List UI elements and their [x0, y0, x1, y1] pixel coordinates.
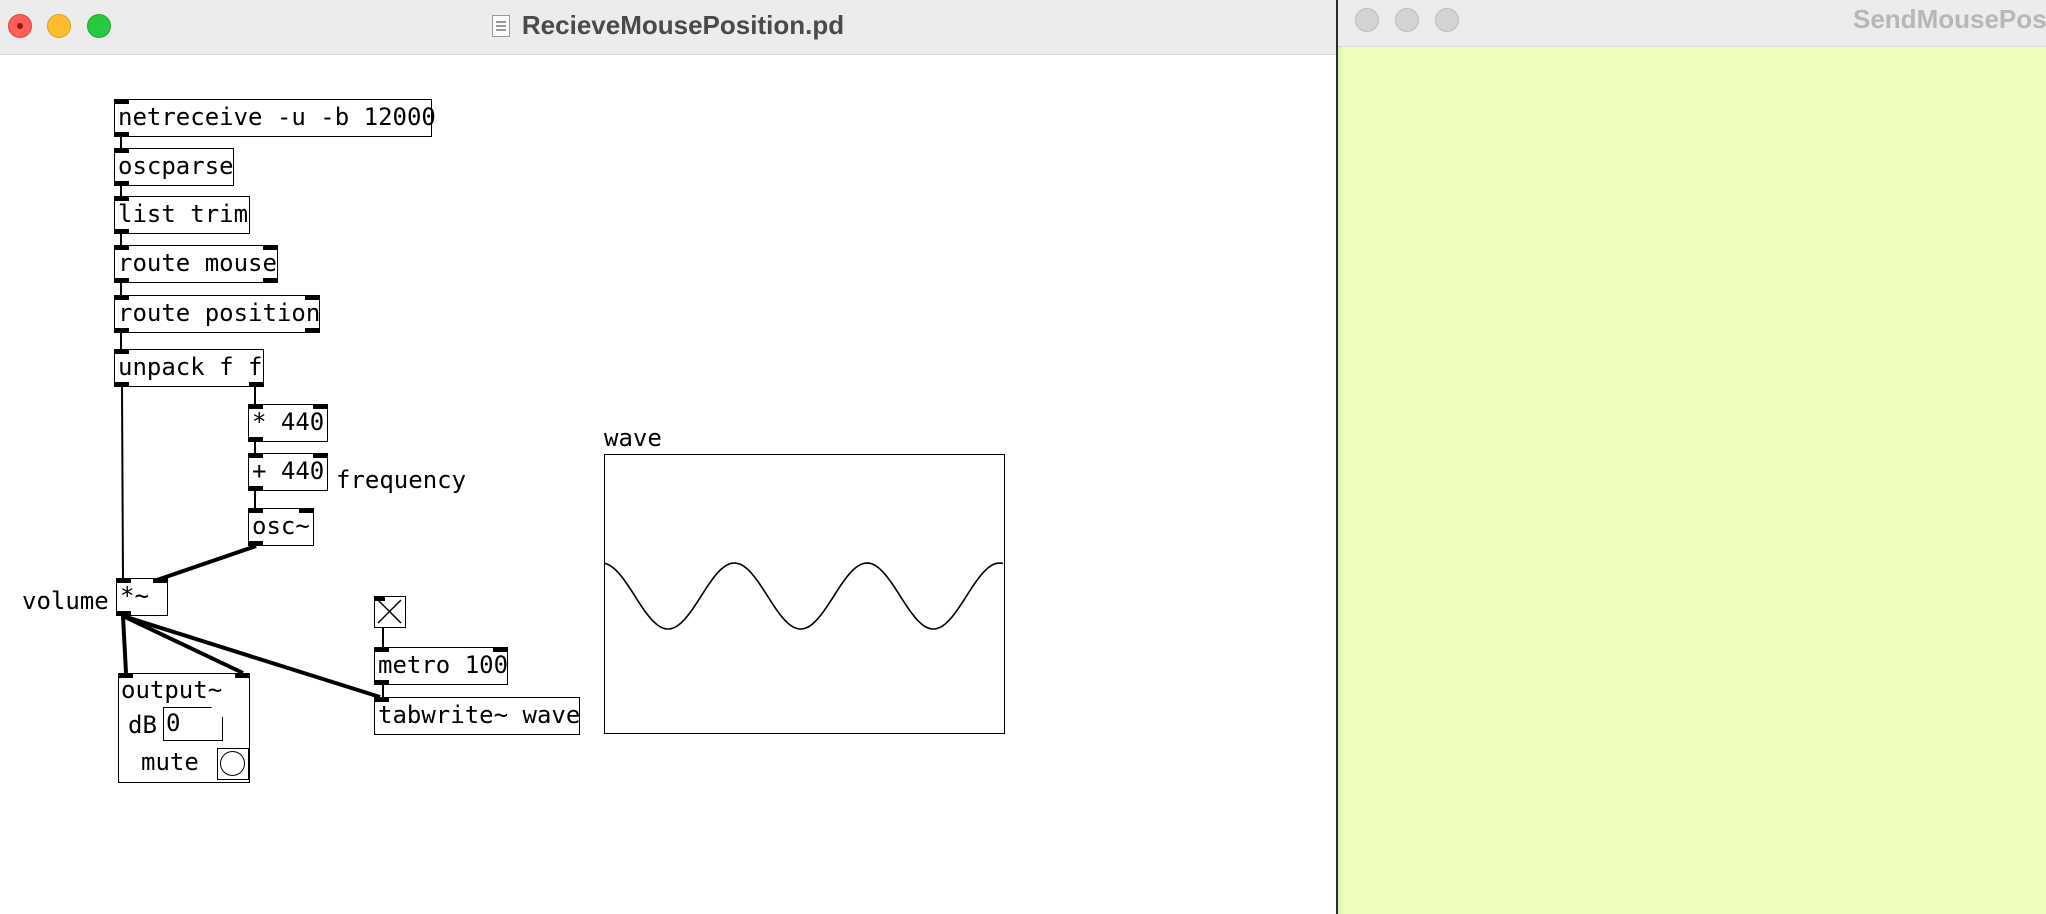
- mute-label: mute: [141, 748, 199, 776]
- wave-array-graph[interactable]: [604, 454, 1005, 734]
- second-window-title: SendMousePosition.pd: [1853, 4, 2046, 34]
- send-patch-window[interactable]: SendMousePosition.pd: [1338, 0, 2046, 914]
- unpack-text: unpack f f: [118, 353, 263, 381]
- oscparse-text: oscparse: [118, 152, 234, 180]
- window-title-text: RecieveMousePosition.pd: [521, 10, 845, 40]
- inactive-close-button[interactable]: [1355, 8, 1379, 32]
- cord-osc-mult: [156, 544, 257, 582]
- wave-plot: [604, 562, 1004, 630]
- list-trim-text: list trim: [118, 200, 249, 228]
- metro-text: metro 100: [378, 651, 509, 679]
- db-label: dB: [128, 711, 157, 739]
- tabwrite-text: tabwrite~ wave: [378, 701, 581, 729]
- patch-canvas[interactable]: netreceive -u -b 12000 oscparse list tri…: [0, 55, 1336, 914]
- inactive-minimize-button[interactable]: [1395, 8, 1419, 32]
- route-position-text: route position: [118, 299, 321, 327]
- document-icon: [491, 15, 510, 37]
- frequency-comment: frequency: [336, 466, 467, 494]
- netreceive-object[interactable]: netreceive -u -b 12000: [114, 99, 436, 137]
- cord-unpack-volume: [121, 386, 124, 581]
- volume-comment: volume: [22, 587, 109, 615]
- toggle-x-icon: [377, 599, 402, 624]
- add-440-text: + 440: [252, 457, 325, 485]
- second-title-bar[interactable]: SendMousePosition.pd: [1338, 0, 2046, 47]
- osc-object[interactable]: osc~: [248, 508, 314, 546]
- title-bar[interactable]: RecieveMousePosition.pd: [0, 0, 1336, 55]
- inactive-maximize-button[interactable]: [1435, 8, 1459, 32]
- multiply-440-text: * 440: [252, 408, 325, 436]
- route-mouse-text: route mouse: [118, 249, 277, 277]
- waveform-line: [604, 562, 1004, 630]
- route-mouse-object[interactable]: route mouse: [114, 245, 278, 283]
- mute-circle-icon: [220, 751, 245, 776]
- cord-mult-output-left: [121, 615, 128, 674]
- route-position-object[interactable]: route position: [114, 295, 320, 333]
- mute-toggle[interactable]: [217, 748, 249, 780]
- array-name-label: wave: [604, 424, 662, 452]
- multiply-440-object[interactable]: * 440: [248, 404, 328, 442]
- oscparse-object[interactable]: oscparse: [114, 148, 234, 186]
- db-number-box[interactable]: 0: [163, 707, 223, 741]
- window-shadow: [1338, 46, 1344, 914]
- tabwrite-object[interactable]: tabwrite~ wave: [374, 697, 580, 735]
- output-abstraction[interactable]: output~ dB 0 mute: [118, 673, 250, 783]
- add-440-object[interactable]: + 440: [248, 453, 328, 491]
- toggle-checkbox[interactable]: [374, 596, 406, 628]
- window-title: RecieveMousePosition.pd: [0, 10, 1336, 40]
- receive-patch-window: RecieveMousePosition.pd netreceive -u -b…: [0, 0, 1338, 914]
- netreceive-text: netreceive -u -b 12000: [118, 103, 436, 131]
- output-title: output~: [121, 676, 223, 704]
- cord-mult-output-right: [122, 614, 244, 675]
- metro-object[interactable]: metro 100: [374, 647, 508, 685]
- list-trim-object[interactable]: list trim: [114, 196, 250, 234]
- signal-multiply-text: *~: [120, 582, 149, 610]
- osc-text: osc~: [252, 512, 310, 540]
- unpack-object[interactable]: unpack f f: [114, 349, 264, 387]
- signal-multiply-object[interactable]: *~: [116, 578, 168, 616]
